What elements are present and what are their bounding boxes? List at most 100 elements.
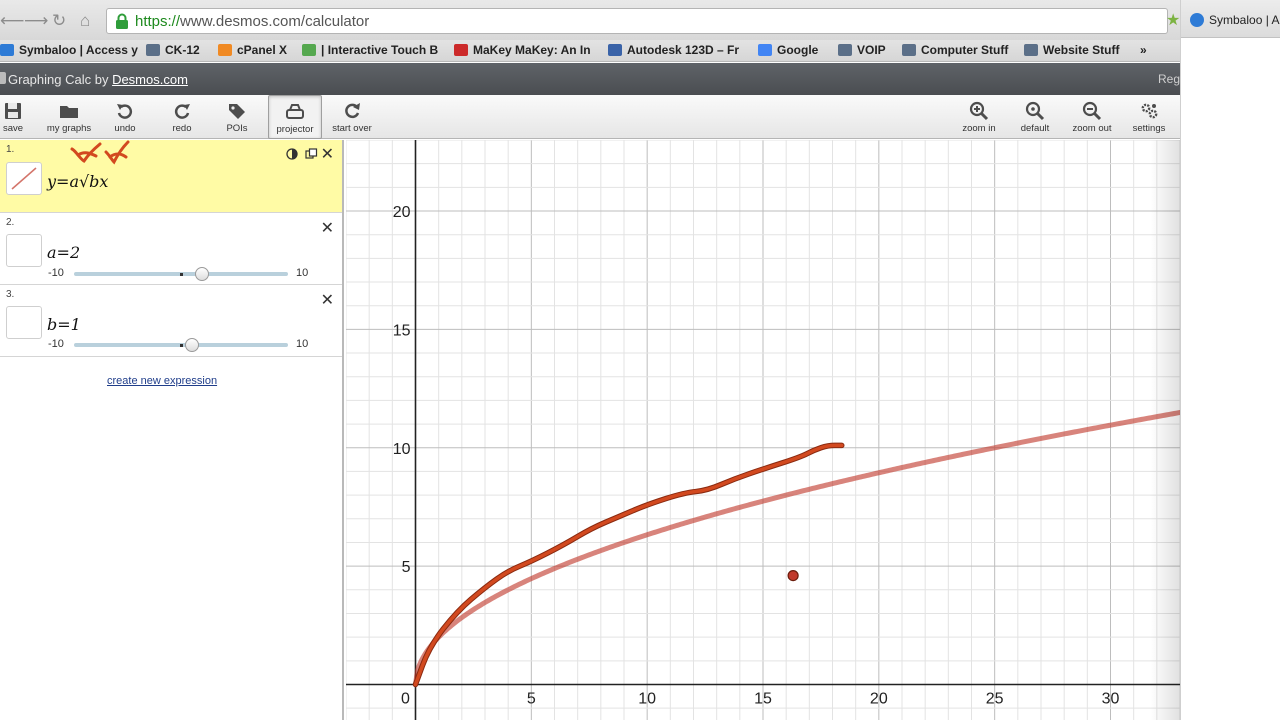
graph-style-swatch[interactable] xyxy=(6,234,42,267)
back-arrow-icon[interactable]: ⟵ xyxy=(0,11,24,31)
undo-label: undo xyxy=(114,123,136,134)
default-button[interactable]: default xyxy=(1012,95,1058,139)
folder-icon xyxy=(1024,44,1038,56)
bookmark-0[interactable]: Symbaloo | Access y xyxy=(0,43,138,59)
home-icon[interactable]: ⌂ xyxy=(80,11,90,31)
graph-svg[interactable]: 0 5 10 15 20 25 30 5 10 15 20 xyxy=(346,140,1180,720)
bookmark-8[interactable]: Computer Stuff xyxy=(902,43,1008,59)
register-link[interactable]: Reg xyxy=(1158,72,1180,86)
y-tick-label: 10 xyxy=(393,441,411,458)
save-button[interactable]: save xyxy=(0,95,26,139)
bookmark-label: CK-12 xyxy=(165,43,200,57)
pois-button[interactable]: POIs xyxy=(214,95,260,139)
bookmark-label: Google xyxy=(777,43,819,57)
expression-number: 2. xyxy=(6,217,15,228)
undo-icon xyxy=(117,104,133,119)
bookmark-3[interactable]: | Interactive Touch B xyxy=(302,43,438,59)
slider-zero-tick xyxy=(180,273,183,276)
default-label: default xyxy=(1020,123,1050,134)
expression-formula[interactable]: y=a√bx xyxy=(47,172,108,191)
expression-number: 3. xyxy=(6,289,15,300)
app-title: Graphing Calc by Desmos.com xyxy=(8,72,188,87)
start-over-label: start over xyxy=(332,123,372,134)
bookmark-1[interactable]: CK-12 xyxy=(146,43,200,59)
expression-item-2[interactable]: 2. a=2 ✕ -10 10 xyxy=(0,213,342,285)
redo-button[interactable]: redo xyxy=(162,95,202,139)
window-edge-shadow xyxy=(1150,140,1180,720)
x-tick-label: 25 xyxy=(986,690,1004,707)
zoom-in-button[interactable]: zoom in xyxy=(956,95,1002,139)
x-tick-label: 5 xyxy=(527,690,536,707)
globe-icon xyxy=(302,44,316,56)
slider-max[interactable]: 10 xyxy=(296,267,308,279)
bookmark-label: MaKey MaKey: An In xyxy=(473,43,591,57)
url-input[interactable]: https://www.desmos.com/calculator xyxy=(106,8,1168,34)
app-logo-icon xyxy=(0,72,6,84)
browser-tab-label: Symbaloo | A xyxy=(1209,13,1280,27)
bookmark-label: cPanel X xyxy=(237,43,288,57)
bookmark-7[interactable]: VOIP xyxy=(838,43,886,59)
close-icon[interactable]: ✕ xyxy=(321,218,334,237)
projector-icon xyxy=(286,104,304,119)
slider-min[interactable]: -10 xyxy=(48,267,64,279)
graph-style-swatch[interactable] xyxy=(6,306,42,339)
duplicate-icon[interactable] xyxy=(305,148,318,160)
bookmark-5[interactable]: Autodesk 123D – Fr xyxy=(608,43,739,59)
desmos-link[interactable]: Desmos.com xyxy=(112,72,188,87)
folder-icon xyxy=(60,106,78,118)
slider-zero-tick xyxy=(180,344,183,347)
forward-arrow-icon[interactable]: ⟶ xyxy=(24,11,48,31)
symbaloo-icon xyxy=(0,44,14,56)
expression-formula[interactable]: a=2 xyxy=(47,243,80,262)
bookmark-2[interactable]: cPanel X xyxy=(218,43,287,59)
start-over-button[interactable]: start over xyxy=(324,95,380,139)
create-new-expression-link[interactable]: create new expression xyxy=(107,375,217,387)
tag-icon xyxy=(229,104,245,119)
reload-icon[interactable]: ↻ xyxy=(52,11,66,31)
settings-label: settings xyxy=(1132,123,1166,134)
x-tick-label: 30 xyxy=(1102,690,1120,707)
slider-handle[interactable] xyxy=(195,267,210,281)
bookmark-4[interactable]: MaKey MaKey: An In xyxy=(454,43,591,59)
undo-button[interactable]: undo xyxy=(106,95,144,139)
x-tick-label: 0 xyxy=(401,690,410,707)
expression-item-1[interactable]: 1. y=a√bx ✕ xyxy=(0,140,342,213)
x-tick-label: 15 xyxy=(754,690,772,707)
bookmarks-overflow-icon[interactable]: » xyxy=(1140,43,1147,59)
bookmark-label: VOIP xyxy=(857,43,886,57)
bookmark-label: Computer Stuff xyxy=(921,43,1009,57)
bookmark-6[interactable]: Google xyxy=(758,43,818,59)
zoom-out-label: zoom out xyxy=(1072,123,1112,134)
bookmark-star-icon[interactable]: ★ xyxy=(1166,10,1180,30)
close-icon[interactable]: ✕ xyxy=(321,290,334,309)
x-tick-label: 10 xyxy=(638,690,656,707)
cpanel-icon xyxy=(218,44,232,56)
annotation-stroke xyxy=(413,443,844,687)
zoom-out-button[interactable]: zoom out xyxy=(1066,95,1118,139)
save-label: save xyxy=(2,123,24,134)
slider-handle[interactable] xyxy=(184,338,199,352)
slider-min[interactable]: -10 xyxy=(48,338,64,350)
formula-text: y=a√bx xyxy=(47,172,109,191)
gear-icon xyxy=(1141,103,1158,119)
zoom-in-icon xyxy=(969,101,989,121)
settings-button[interactable]: settings xyxy=(1126,95,1172,139)
projector-button[interactable]: projector xyxy=(268,95,322,139)
bookmark-label: | Interactive Touch B xyxy=(321,43,439,57)
graph-style-swatch[interactable] xyxy=(6,162,42,195)
slider-max[interactable]: 10 xyxy=(296,338,308,350)
expression-item-3[interactable]: 3. b=1 ✕ -10 10 xyxy=(0,285,342,357)
bookmark-9[interactable]: Website Stuff xyxy=(1024,43,1119,59)
y-tick-label: 20 xyxy=(393,204,411,221)
autodesk-icon xyxy=(608,44,622,56)
function-curve[interactable] xyxy=(413,410,1181,687)
my-graphs-label: my graphs xyxy=(46,123,92,134)
browser-tab[interactable]: Symbaloo | A xyxy=(1181,0,1280,38)
folder-icon xyxy=(902,44,916,56)
app-title-prefix: Graphing Calc by xyxy=(8,72,113,87)
expression-formula[interactable]: b=1 xyxy=(47,315,81,334)
close-icon[interactable]: ✕ xyxy=(321,144,334,163)
graph-canvas[interactable]: 0 5 10 15 20 25 30 5 10 15 20 xyxy=(346,140,1180,720)
my-graphs-button[interactable]: my graphs xyxy=(40,95,98,139)
contrast-icon[interactable] xyxy=(286,148,298,160)
